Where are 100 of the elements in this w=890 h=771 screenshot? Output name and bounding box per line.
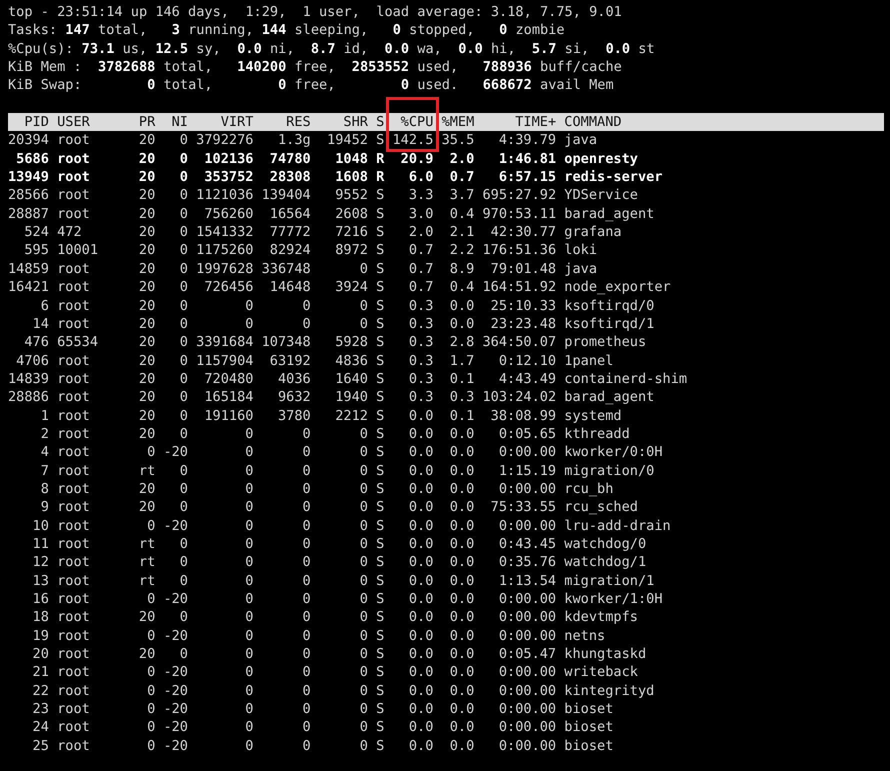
table-cell-text: 0 xyxy=(178,150,188,168)
table-cell: prometheus xyxy=(564,333,646,352)
table-cell-text: 0.0 xyxy=(408,608,434,627)
table-cell-text: 20.9 xyxy=(400,150,434,168)
table-cell-text: 0.0 xyxy=(408,682,434,700)
table-cell-text: 0 xyxy=(244,718,254,737)
table-cell-text: root xyxy=(57,388,91,407)
table-cell: 103:24.02 xyxy=(482,388,556,407)
table-cell-text: 2.8 xyxy=(448,333,474,352)
table-cell: node_exporter xyxy=(564,278,671,296)
table-cell: watchdog/1 xyxy=(564,553,646,572)
table-cell-text: 0.0 xyxy=(408,516,434,535)
table-cell-text: 13 xyxy=(32,572,49,590)
table-cell-text: 75:33.55 xyxy=(490,498,556,517)
table-cell: 1panel xyxy=(564,352,614,370)
table-cell-text: 165184 xyxy=(203,388,254,407)
table-cell: -20 xyxy=(163,682,188,700)
table-cell-text: 0.0 xyxy=(448,553,474,572)
table-cell-text: 8.9 xyxy=(448,260,474,278)
table-cell-text: 0 xyxy=(178,498,188,517)
table-cell-text: 20 xyxy=(138,131,156,150)
table-cell-text: 3.7 xyxy=(448,186,474,205)
table-cell-text: 756260 xyxy=(203,204,254,224)
table-cell-text: 0.1 xyxy=(448,370,474,388)
table-cell: S xyxy=(376,626,384,646)
table-cell-text: root xyxy=(57,626,91,646)
table-cell-text: 0 xyxy=(358,626,368,646)
table-cell-text: 10001 xyxy=(57,241,99,260)
table-cell: bioset xyxy=(564,736,614,756)
table-cell-text: 0 xyxy=(178,241,188,260)
table-cell-text: 0.0 xyxy=(408,498,434,517)
table-cell-text: 0 xyxy=(244,663,254,682)
table-cell: migration/1 xyxy=(564,572,654,590)
table-cell-text: 0:00.00 xyxy=(498,700,556,718)
table-cell: -20 xyxy=(163,718,188,737)
table-cell-text: 0.0 xyxy=(408,572,434,590)
table-cell-text: 20 xyxy=(138,333,156,352)
table-cell-text: 12 xyxy=(32,553,49,572)
table-cell-text: 0 xyxy=(244,682,254,700)
table-cell: S xyxy=(376,424,384,444)
table-cell: -20 xyxy=(163,443,188,462)
table-cell-text: 0:00.00 xyxy=(498,516,556,535)
table-cell-text: 20 xyxy=(138,645,156,664)
table-cell-text: 0 xyxy=(244,314,254,334)
table-cell: writeback xyxy=(564,663,638,682)
table-cell-text: 16564 xyxy=(268,204,311,224)
table-cell: S xyxy=(376,352,384,370)
table-cell: netns xyxy=(564,626,606,646)
table-cell: 3391684 xyxy=(196,333,254,352)
table-cell-text: 0 xyxy=(244,626,254,646)
table-cell-text: 0.0 xyxy=(408,553,434,572)
table-cell-text: 0 xyxy=(358,462,368,480)
table-cell-text: 0 xyxy=(358,498,368,517)
table-cell-text: 0.0 xyxy=(408,462,434,480)
table-cell-text: root xyxy=(57,260,91,278)
table-cell-text: rt xyxy=(138,572,156,590)
table-cell: 35.5 xyxy=(442,131,474,150)
table-cell-text: 0.3 xyxy=(408,388,434,407)
table-cell: R xyxy=(376,150,384,168)
table-cell-text: 0 xyxy=(178,645,188,664)
table-cell: containerd-shim xyxy=(564,370,688,388)
table-cell-text: 14 xyxy=(32,314,49,334)
table-cell: 695:27.92 xyxy=(482,186,556,205)
table-cell-text: 0 xyxy=(146,700,156,718)
table-cell: S xyxy=(376,553,384,572)
table-cell-text: 4:39.79 xyxy=(498,131,556,150)
table-cell-text: root xyxy=(57,462,91,480)
table-cell-text: 0 xyxy=(358,663,368,682)
table-cell-text: 9552 xyxy=(334,186,368,205)
table-cell-text: 0 xyxy=(146,736,156,756)
table-cell-text: 1940 xyxy=(334,388,368,407)
table-cell: rcu_bh xyxy=(564,480,614,498)
table-cell-text: 0.0 xyxy=(448,718,474,737)
table-cell: kthreadd xyxy=(564,424,630,444)
table-cell-text: 42:30.77 xyxy=(490,223,556,242)
table-cell: 970:53.11 xyxy=(482,204,556,224)
table-cell-text: 0:12.10 xyxy=(498,352,556,370)
table-cell-text: 0:35.76 xyxy=(498,553,556,572)
table-cell-text: 19 xyxy=(32,626,49,646)
table-cell: R xyxy=(376,168,384,186)
table-cell-text: 0.0 xyxy=(448,480,474,498)
column-header: VIRT xyxy=(220,113,254,132)
table-cell-text: root xyxy=(57,553,91,572)
table-cell: S xyxy=(376,534,384,554)
table-cell-text: 0 xyxy=(244,572,254,590)
table-cell-text: 0 xyxy=(178,186,188,205)
table-cell-text: 10 xyxy=(32,516,49,535)
table-cell: S xyxy=(376,443,384,462)
table-cell-text: 0 xyxy=(358,314,368,334)
table-cell-text: 726456 xyxy=(203,278,254,296)
table-cell-text: 0 xyxy=(358,424,368,444)
table-cell-text: 524 xyxy=(23,223,49,242)
table-cell-text: 0 xyxy=(178,608,188,627)
table-cell: lru-add-drain xyxy=(564,516,671,535)
table-cell-text: 0 xyxy=(178,352,188,370)
table-cell-text: 472 xyxy=(57,223,83,242)
table-cell-text: 0 xyxy=(358,260,368,278)
summary-line: top - 23:51:14 up 146 days, 1:29, 1 user, load average: 3.18, 7.75, 9.01 xyxy=(8,3,622,22)
table-cell-text: 0.0 xyxy=(408,443,434,462)
table-cell-text: 0.0 xyxy=(448,682,474,700)
